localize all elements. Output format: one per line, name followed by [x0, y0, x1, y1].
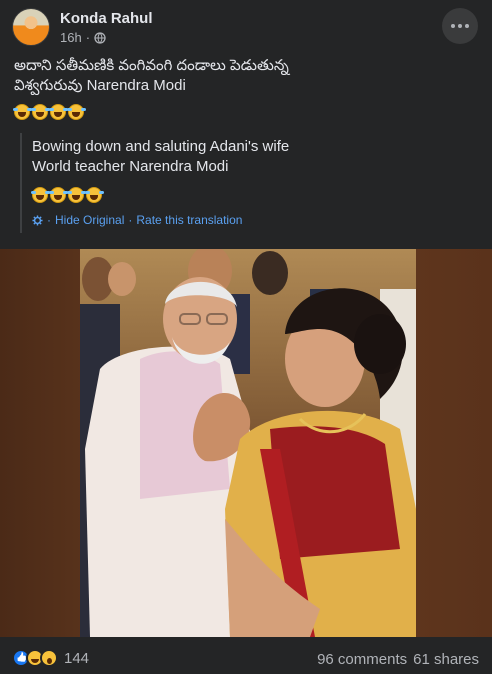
more-options-icon	[451, 24, 455, 28]
facebook-post: Konda Rahul 16h · అదాని సతీమణికి వంగివంగ…	[0, 0, 492, 674]
more-options-dot	[465, 24, 469, 28]
link-separator: ·	[128, 213, 133, 227]
rofl-emoji-icon	[31, 104, 48, 120]
wow-reaction-icon	[40, 649, 58, 667]
hide-original-link[interactable]: Hide Original	[55, 213, 124, 227]
post-timestamp[interactable]: 16h	[60, 30, 82, 45]
post-footer: 144 96 comments 61 shares	[0, 643, 492, 674]
rate-translation-link[interactable]: Rate this translation	[136, 213, 242, 227]
reactions-summary[interactable]: 144	[12, 649, 89, 667]
original-text-line: విశ్వగురువు Narendra Modi	[14, 77, 186, 94]
translation-line: World teacher Narendra Modi	[32, 158, 229, 175]
post-header: Konda Rahul 16h ·	[12, 8, 480, 48]
rofl-emoji-icon	[13, 104, 30, 120]
globe-icon	[94, 31, 106, 44]
meta-separator: ·	[85, 30, 91, 45]
rofl-emoji-icon	[85, 187, 102, 203]
more-options-button[interactable]	[442, 8, 478, 44]
translation-line: Bowing down and saluting Adani's wife	[32, 138, 290, 155]
translation-emoji-row	[31, 187, 102, 203]
rofl-emoji-icon	[67, 104, 84, 120]
reaction-count[interactable]: 144	[64, 650, 89, 667]
original-emoji-row	[13, 104, 84, 120]
translation-text: Bowing down and saluting Adani's wife Wo…	[32, 137, 478, 177]
post-stats: 96 comments 61 shares	[317, 651, 479, 668]
translation-block: Bowing down and saluting Adani's wife Wo…	[20, 133, 478, 233]
gear-icon[interactable]	[32, 214, 43, 226]
author-name[interactable]: Konda Rahul	[60, 10, 153, 27]
link-separator: ·	[47, 213, 51, 227]
rofl-emoji-icon	[67, 187, 84, 203]
original-post-text: అదాని సతీమణికి వంగివంగి దండాలు పెడుతున్న…	[14, 56, 478, 96]
shares-count[interactable]: 61 shares	[413, 651, 479, 668]
rofl-emoji-icon	[49, 187, 66, 203]
rofl-emoji-icon	[49, 104, 66, 120]
post-image-container[interactable]	[0, 249, 492, 637]
post-meta: 16h ·	[60, 30, 106, 45]
comments-count[interactable]: 96 comments	[317, 651, 407, 668]
translation-links: · Hide Original · Rate this translation	[32, 213, 242, 227]
rofl-emoji-icon	[31, 187, 48, 203]
more-options-dot	[458, 24, 462, 28]
post-photo[interactable]	[80, 249, 416, 637]
original-text-line: అదాని సతీమణికి వంగివంగి దండాలు పెడుతున్న	[14, 57, 289, 74]
author-avatar[interactable]	[12, 8, 50, 46]
